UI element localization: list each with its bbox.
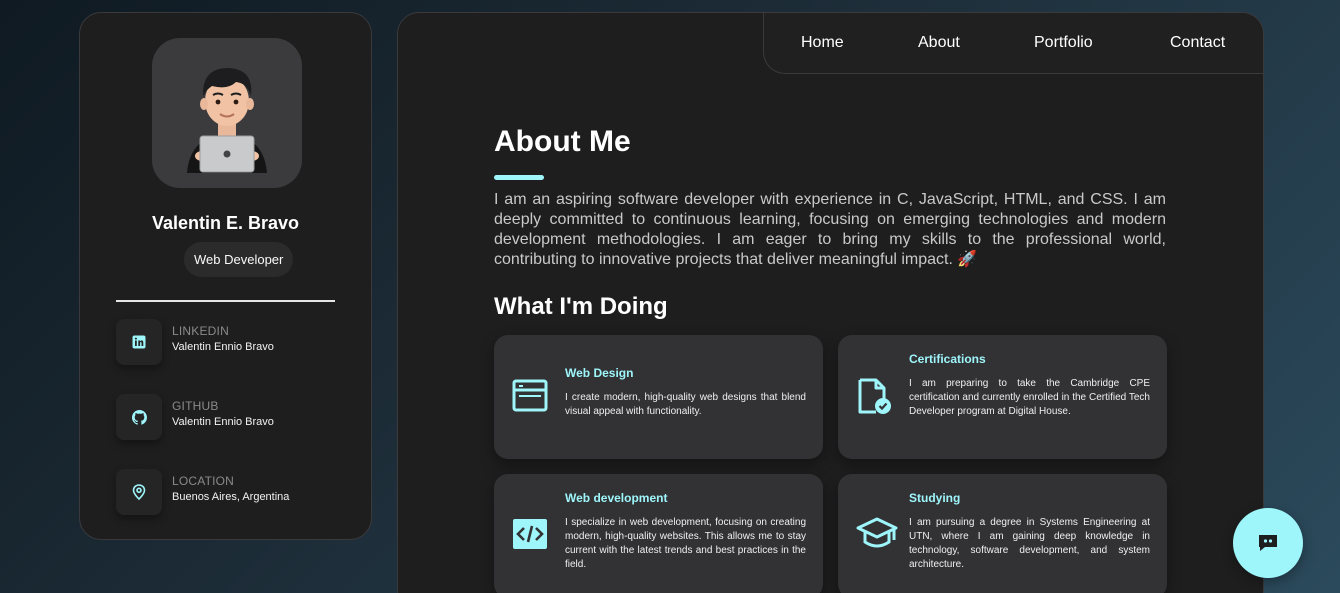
card-description: I create modern, high-quality web design… — [565, 392, 806, 417]
card-title: Web Design — [565, 366, 634, 380]
doing-title: What I'm Doing — [494, 293, 668, 320]
nav-about[interactable]: About — [918, 13, 960, 74]
main-content-card: Home About Portfolio Contact About Me I … — [397, 12, 1264, 593]
avatar — [152, 38, 302, 188]
contact-value: Buenos Aires, Argentina — [172, 491, 290, 503]
card-title: Certifications — [909, 352, 986, 366]
contact-item-github[interactable]: GITHUB Valentin Ennio Bravo — [116, 394, 346, 440]
code-icon — [513, 519, 547, 549]
github-icon — [116, 394, 162, 440]
sidebar-divider — [116, 300, 335, 302]
contact-label: LOCATION — [172, 474, 235, 488]
profile-name: Valentin E. Bravo — [151, 213, 300, 233]
location-pin-icon — [116, 469, 162, 515]
nav-contact[interactable]: Contact — [1170, 13, 1225, 74]
about-title: About Me — [494, 125, 631, 158]
contact-value[interactable]: Valentin Ennio Bravo — [172, 416, 274, 428]
nav-portfolio[interactable]: Portfolio — [1034, 13, 1093, 74]
card-description: I specialize in web development, focusin… — [565, 517, 806, 570]
service-card-web-development: Web development I specialize in web deve… — [494, 474, 823, 593]
chat-bubble-icon — [1259, 535, 1277, 551]
card-title: Web development — [565, 491, 668, 505]
linkedin-icon — [116, 319, 162, 365]
contact-label: LINKEDIN — [172, 324, 229, 338]
card-title: Studying — [909, 491, 961, 505]
about-text: I am an aspiring software developer with… — [494, 191, 1166, 268]
profile-title-badge: Web Developer — [184, 242, 294, 277]
service-card-certifications: Certifications I am preparing to take th… — [838, 335, 1167, 459]
contact-item-linkedin[interactable]: LINKEDIN Valentin Ennio Bravo — [116, 319, 346, 365]
certificate-icon — [858, 378, 891, 414]
contact-item-location: LOCATION Buenos Aires, Argentina — [116, 469, 346, 515]
browser-window-icon — [512, 379, 548, 412]
contact-label: GITHUB — [172, 399, 219, 413]
nav-home[interactable]: Home — [801, 13, 844, 74]
top-navbar: Home About Portfolio Contact — [763, 13, 1263, 74]
card-description: I am pursuing a degree in Systems Engine… — [909, 517, 1150, 570]
card-description: I am preparing to take the Cambridge CPE… — [909, 378, 1150, 417]
service-card-web-design: Web Design I create modern, high-quality… — [494, 335, 823, 459]
chat-button[interactable] — [1233, 508, 1303, 578]
memoji-avatar-icon — [187, 68, 267, 173]
profile-sidebar: Valentin E. Bravo Web Developer LINKEDIN… — [79, 12, 372, 540]
graduation-cap-icon — [856, 517, 898, 548]
service-card-studying: Studying I am pursuing a degree in Syste… — [838, 474, 1167, 593]
title-underline — [494, 175, 544, 180]
contact-value[interactable]: Valentin Ennio Bravo — [172, 341, 274, 353]
